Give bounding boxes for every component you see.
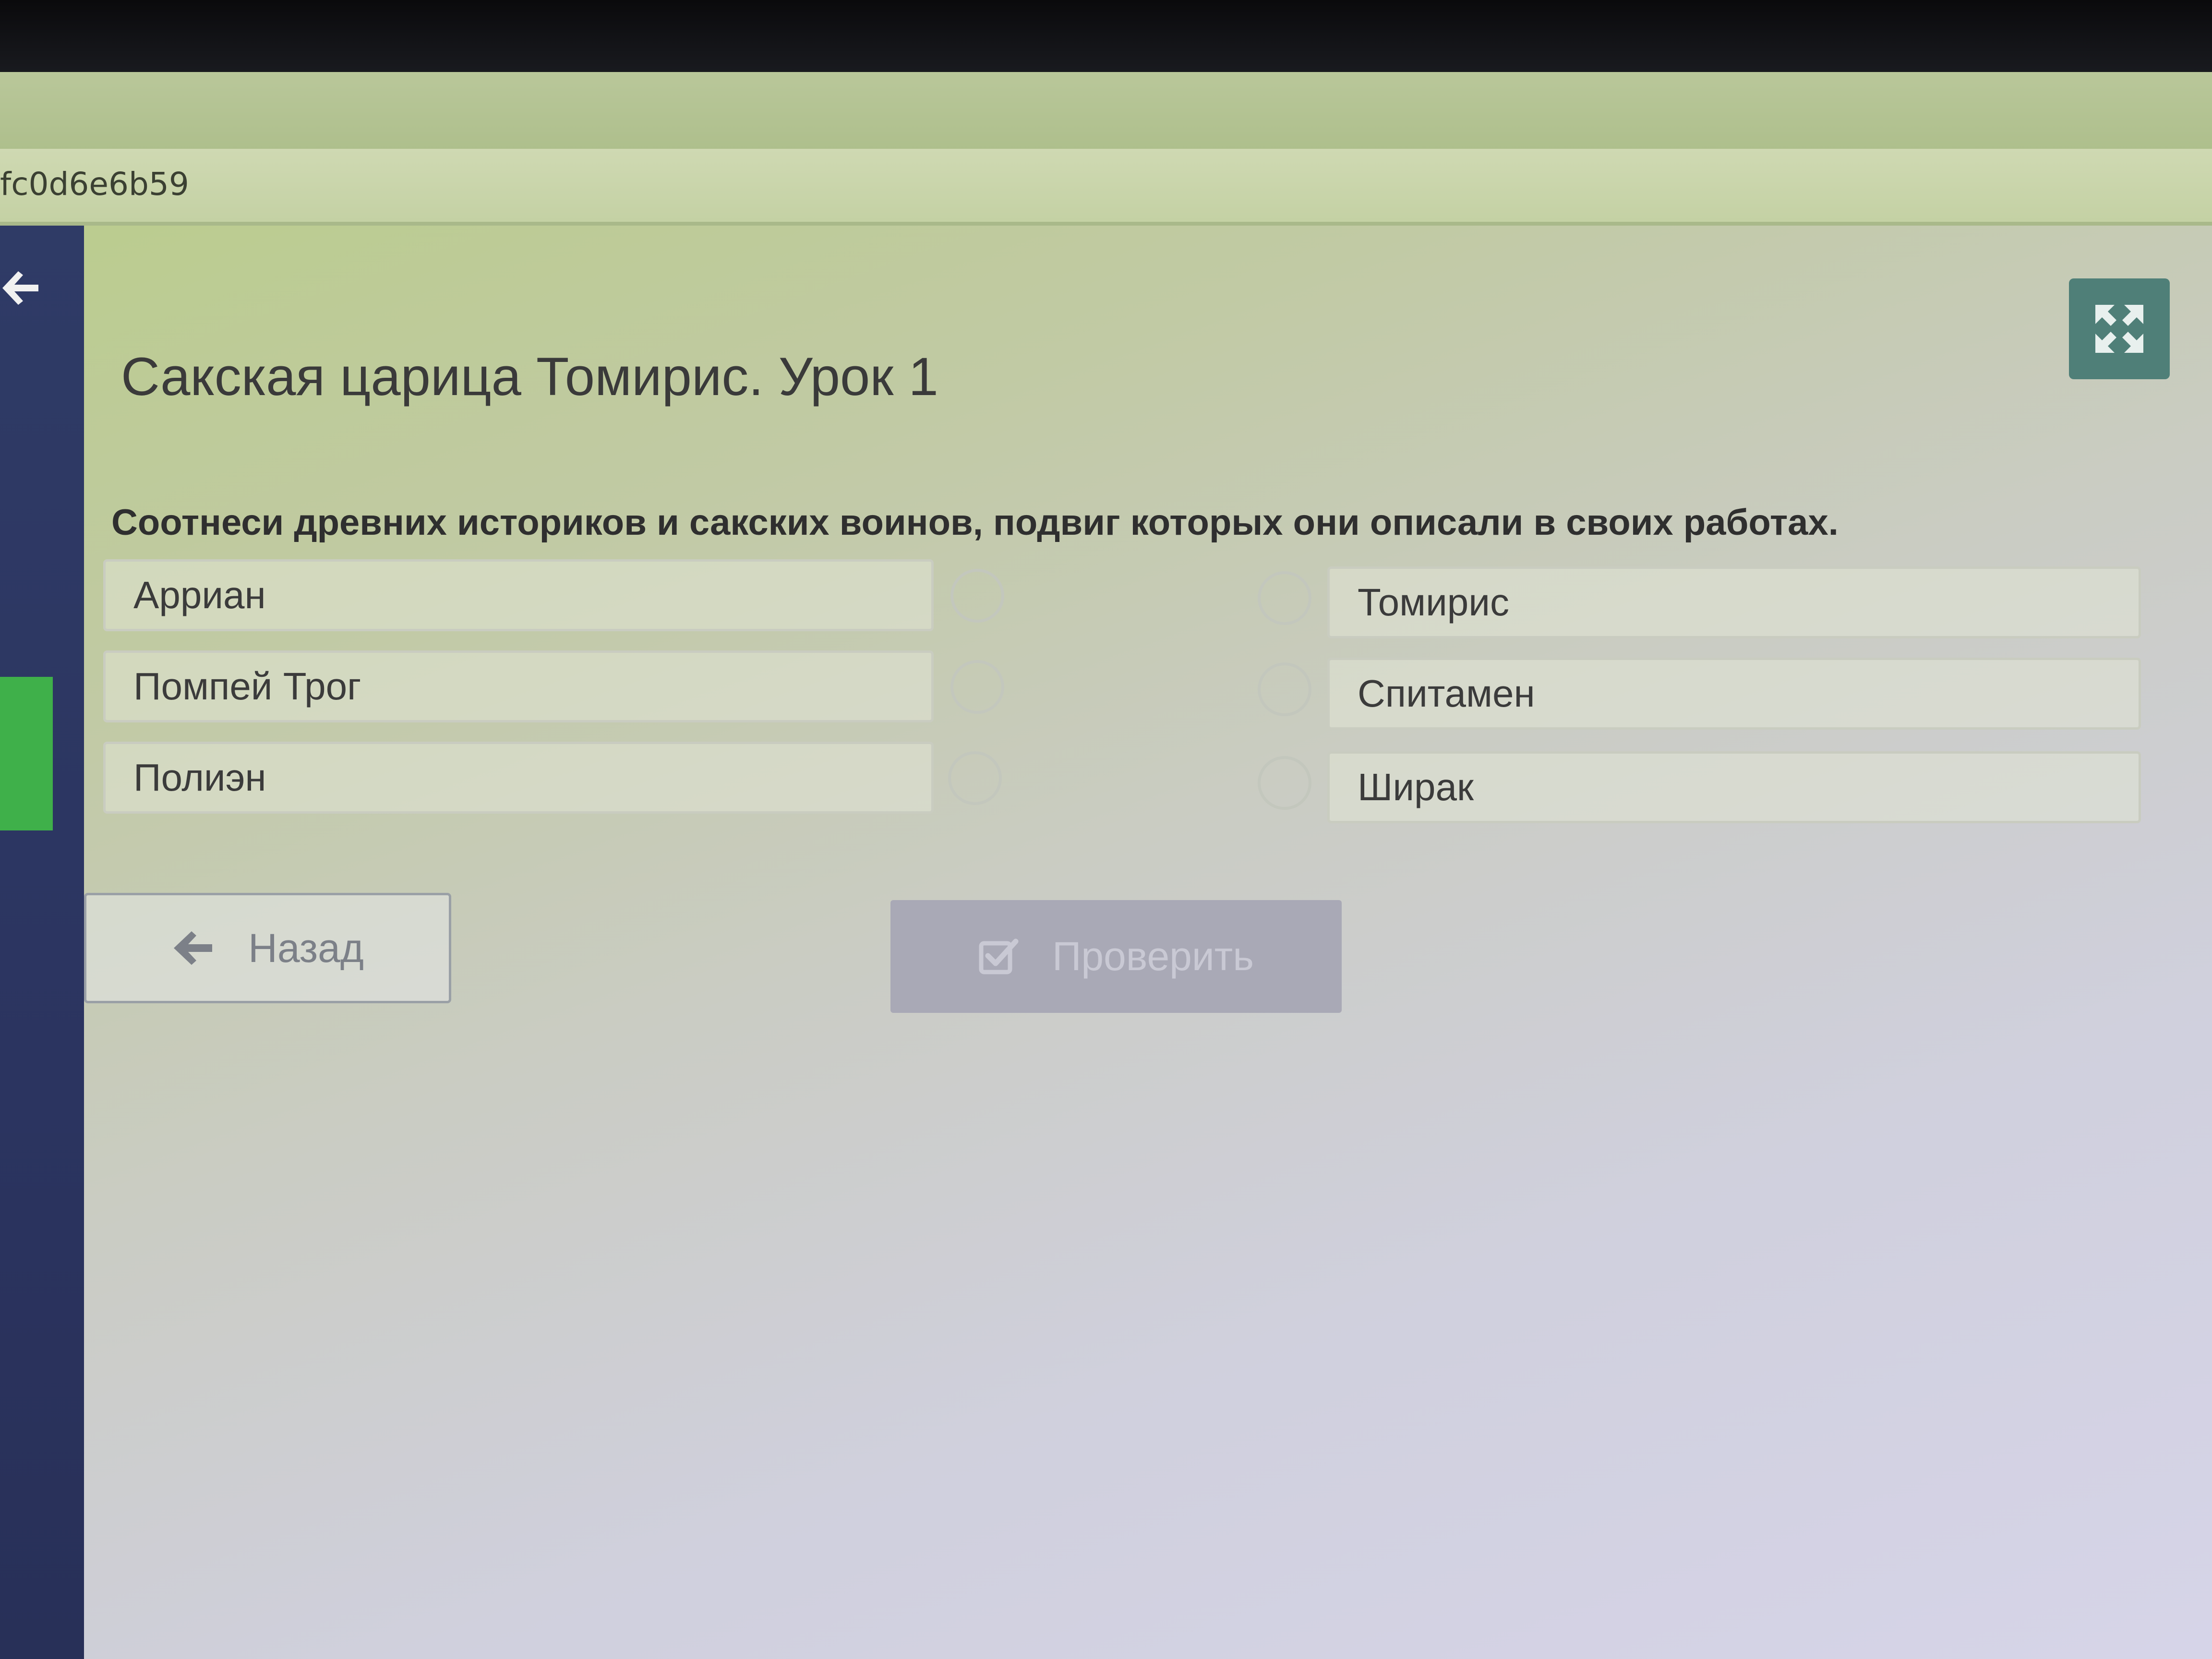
right-connector-1[interactable] (1258, 571, 1311, 625)
left-connector-1[interactable] (950, 569, 1004, 623)
back-button[interactable]: Назад (84, 893, 451, 1003)
page-title: Сакская царица Томирис. Урок 1 (121, 347, 938, 407)
arrow-left-icon (174, 931, 213, 965)
monitor-bezel (0, 0, 2212, 77)
browser-address-bar[interactable] (0, 149, 2212, 226)
check-button-label: Проверить (1052, 934, 1254, 979)
checkbox-check-icon (979, 938, 1019, 974)
left-connector-2[interactable] (950, 660, 1004, 714)
sidebar-back-button[interactable] (0, 262, 43, 314)
back-button-label: Назад (248, 925, 364, 971)
arrow-left-icon (2, 271, 38, 305)
left-option-1[interactable]: Арриан (103, 559, 934, 631)
fullscreen-button[interactable] (2069, 278, 2170, 379)
right-option-2[interactable]: Спитамен (1327, 658, 2141, 730)
left-option-3[interactable]: Полиэн (103, 742, 934, 814)
right-connector-2[interactable] (1258, 662, 1311, 716)
expand-icon (2095, 305, 2143, 353)
left-option-2[interactable]: Помпей Трог (103, 650, 934, 722)
right-connector-3[interactable] (1258, 756, 1311, 810)
sidebar (0, 226, 84, 1659)
right-option-1[interactable]: Томирис (1327, 566, 2141, 638)
task-instruction: Соотнеси древних историков и сакских вои… (111, 502, 1839, 543)
check-button[interactable]: Проверить (890, 900, 1342, 1013)
sidebar-active-indicator[interactable] (0, 677, 53, 830)
address-url-text: fc0d6e6b59 (0, 166, 189, 203)
right-option-3[interactable]: Ширак (1327, 751, 2141, 823)
left-connector-3[interactable] (948, 751, 1002, 805)
browser-tab-bar (0, 72, 2212, 154)
